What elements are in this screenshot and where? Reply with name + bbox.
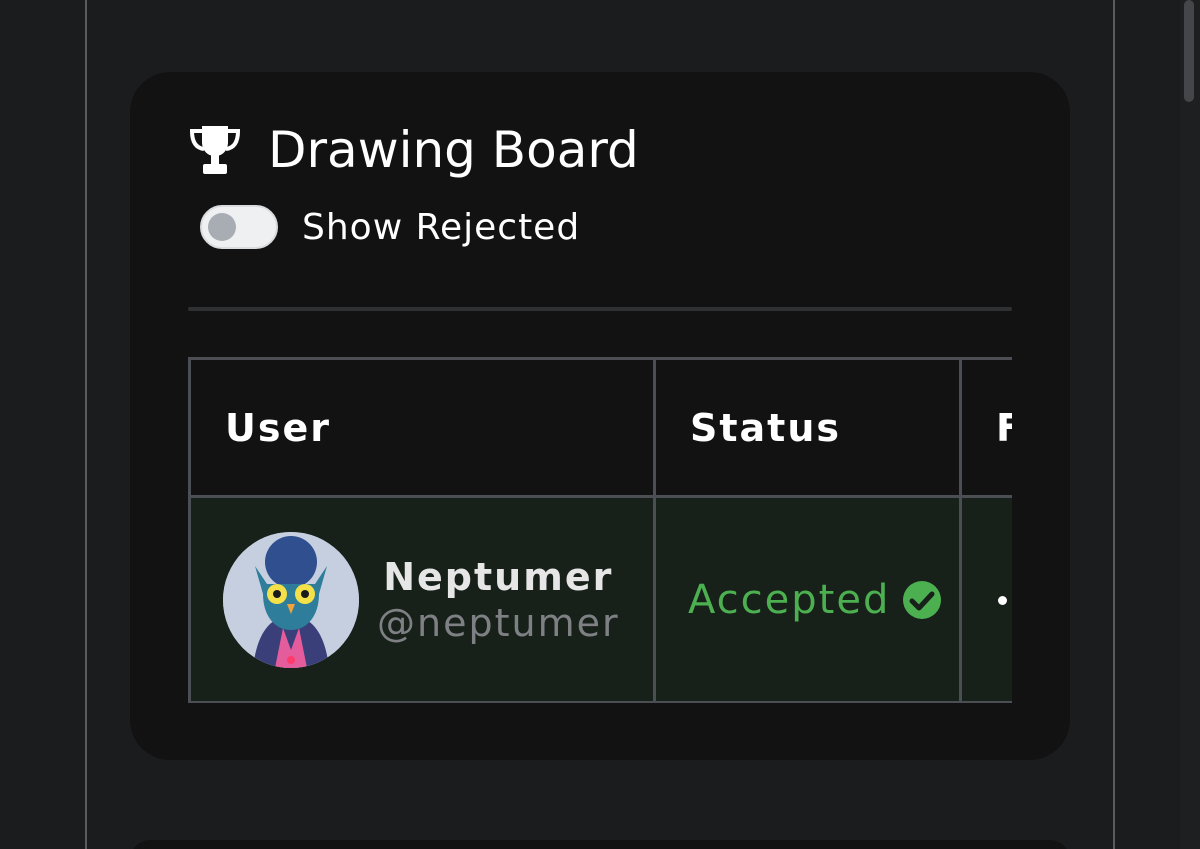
card-title: Drawing Board — [268, 121, 639, 179]
show-rejected-label[interactable]: Show Rejected — [302, 207, 580, 248]
column-border-left — [85, 0, 87, 849]
avatar[interactable] — [223, 531, 359, 668]
status-cell: Accepted — [653, 495, 962, 703]
divider — [188, 307, 1012, 311]
drawing-board-card: Drawing Board Show Rejected User Status — [130, 72, 1070, 760]
column-header-third[interactable]: F — [959, 357, 1012, 498]
owl-avatar-image — [223, 531, 359, 668]
table-row[interactable]: Neptumer @neptumer Accepted — [188, 495, 1012, 703]
user-handle[interactable]: @neptumer — [377, 601, 620, 645]
column-header-user[interactable]: User — [188, 357, 656, 498]
column-header-status[interactable]: Status — [653, 357, 962, 498]
next-card — [130, 840, 1070, 849]
submissions-table-container[interactable]: User Status F Neptumer @neptumer Accepte… — [188, 357, 1012, 703]
page: Drawing Board Show Rejected User Status — [0, 0, 1200, 849]
submissions-table: User Status F Neptumer @neptumer Accepte… — [188, 357, 1012, 703]
user-cell[interactable]: Neptumer @neptumer — [188, 495, 656, 703]
card-header: Drawing Board — [188, 122, 639, 178]
scrollbar-thumb[interactable] — [1184, 0, 1194, 102]
status-text: Accepted — [688, 576, 891, 623]
bullet-dot — [998, 596, 1007, 605]
show-rejected-toggle[interactable] — [200, 205, 278, 249]
third-column-cell — [959, 495, 1012, 703]
scrollbar[interactable] — [1180, 0, 1200, 849]
check-circle-icon — [903, 580, 942, 619]
table-header-row: User Status F — [188, 357, 1012, 498]
user-display-name[interactable]: Neptumer — [383, 555, 613, 599]
toggle-knob — [208, 213, 236, 241]
column-border-right — [1113, 0, 1115, 849]
trophy-icon — [189, 126, 241, 174]
show-rejected-toggle-row[interactable]: Show Rejected — [200, 205, 580, 249]
